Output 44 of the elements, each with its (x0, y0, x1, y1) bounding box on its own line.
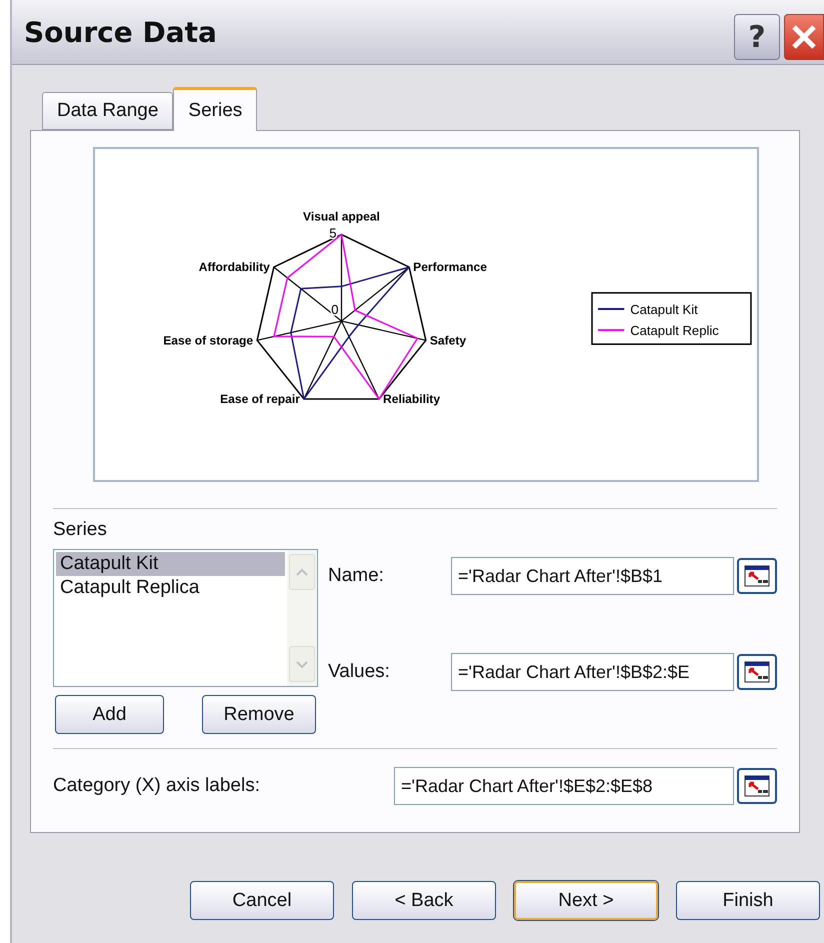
series-list-item[interactable]: Catapult Replica (56, 576, 285, 600)
legend-swatch (598, 329, 624, 332)
help-button[interactable]: ? (734, 14, 780, 60)
legend-label: Catapult Kit (630, 302, 698, 317)
input-field[interactable]: ='Radar Chart After'!$B$2:$E (451, 653, 734, 691)
scroll-up-icon (295, 568, 309, 576)
field-label: Name: (328, 565, 385, 587)
tick-label: 5 (329, 226, 336, 241)
input-field[interactable]: ='Radar Chart After'!$B$1 (451, 557, 734, 595)
remove-button[interactable]: Remove (202, 695, 316, 734)
series-list[interactable]: Catapult Kit Catapult Replica (53, 549, 318, 687)
input-field[interactable]: ='Radar Chart After'!$E$2:$E$8 (394, 767, 734, 805)
category-label: Ease of repair (220, 392, 300, 406)
close-icon (791, 24, 817, 50)
category-label: Affordability (198, 260, 270, 274)
category-label: Reliability (383, 392, 440, 406)
range-button[interactable] (737, 654, 777, 690)
range-button[interactable] (737, 558, 777, 594)
dialog-button[interactable]: Cancel (190, 881, 334, 920)
series-label: Series (53, 519, 108, 541)
range-select-icon (744, 775, 770, 797)
series-list-item[interactable]: Catapult Kit (56, 552, 285, 576)
range-button[interactable] (737, 768, 777, 804)
tick-label: 0 (331, 302, 338, 317)
range-select-icon (744, 565, 770, 587)
field-label: Category (X) axis labels: (53, 775, 261, 797)
scroll-down-icon (295, 660, 309, 668)
dialog-button[interactable]: Finish (676, 881, 820, 920)
tab[interactable]: Data Range (42, 92, 174, 130)
range-select-icon (744, 661, 770, 683)
field-label: Values: (328, 661, 391, 683)
category-label: Visual appeal (303, 209, 380, 224)
scrollbar[interactable] (287, 550, 317, 686)
dialog-button[interactable]: Next > (514, 881, 658, 920)
close-button[interactable] (784, 14, 824, 60)
category-label: Ease of storage (163, 333, 254, 348)
legend-swatch (598, 308, 624, 310)
dialog-button[interactable]: < Back (352, 881, 496, 920)
tab[interactable]: Series (173, 87, 258, 131)
add-button[interactable]: Add (55, 695, 164, 734)
category-label: Safety (430, 333, 466, 348)
legend-label: Catapult Replic (630, 323, 719, 338)
category-label: Performance (413, 260, 487, 274)
window-title: Source Data (24, 16, 217, 48)
